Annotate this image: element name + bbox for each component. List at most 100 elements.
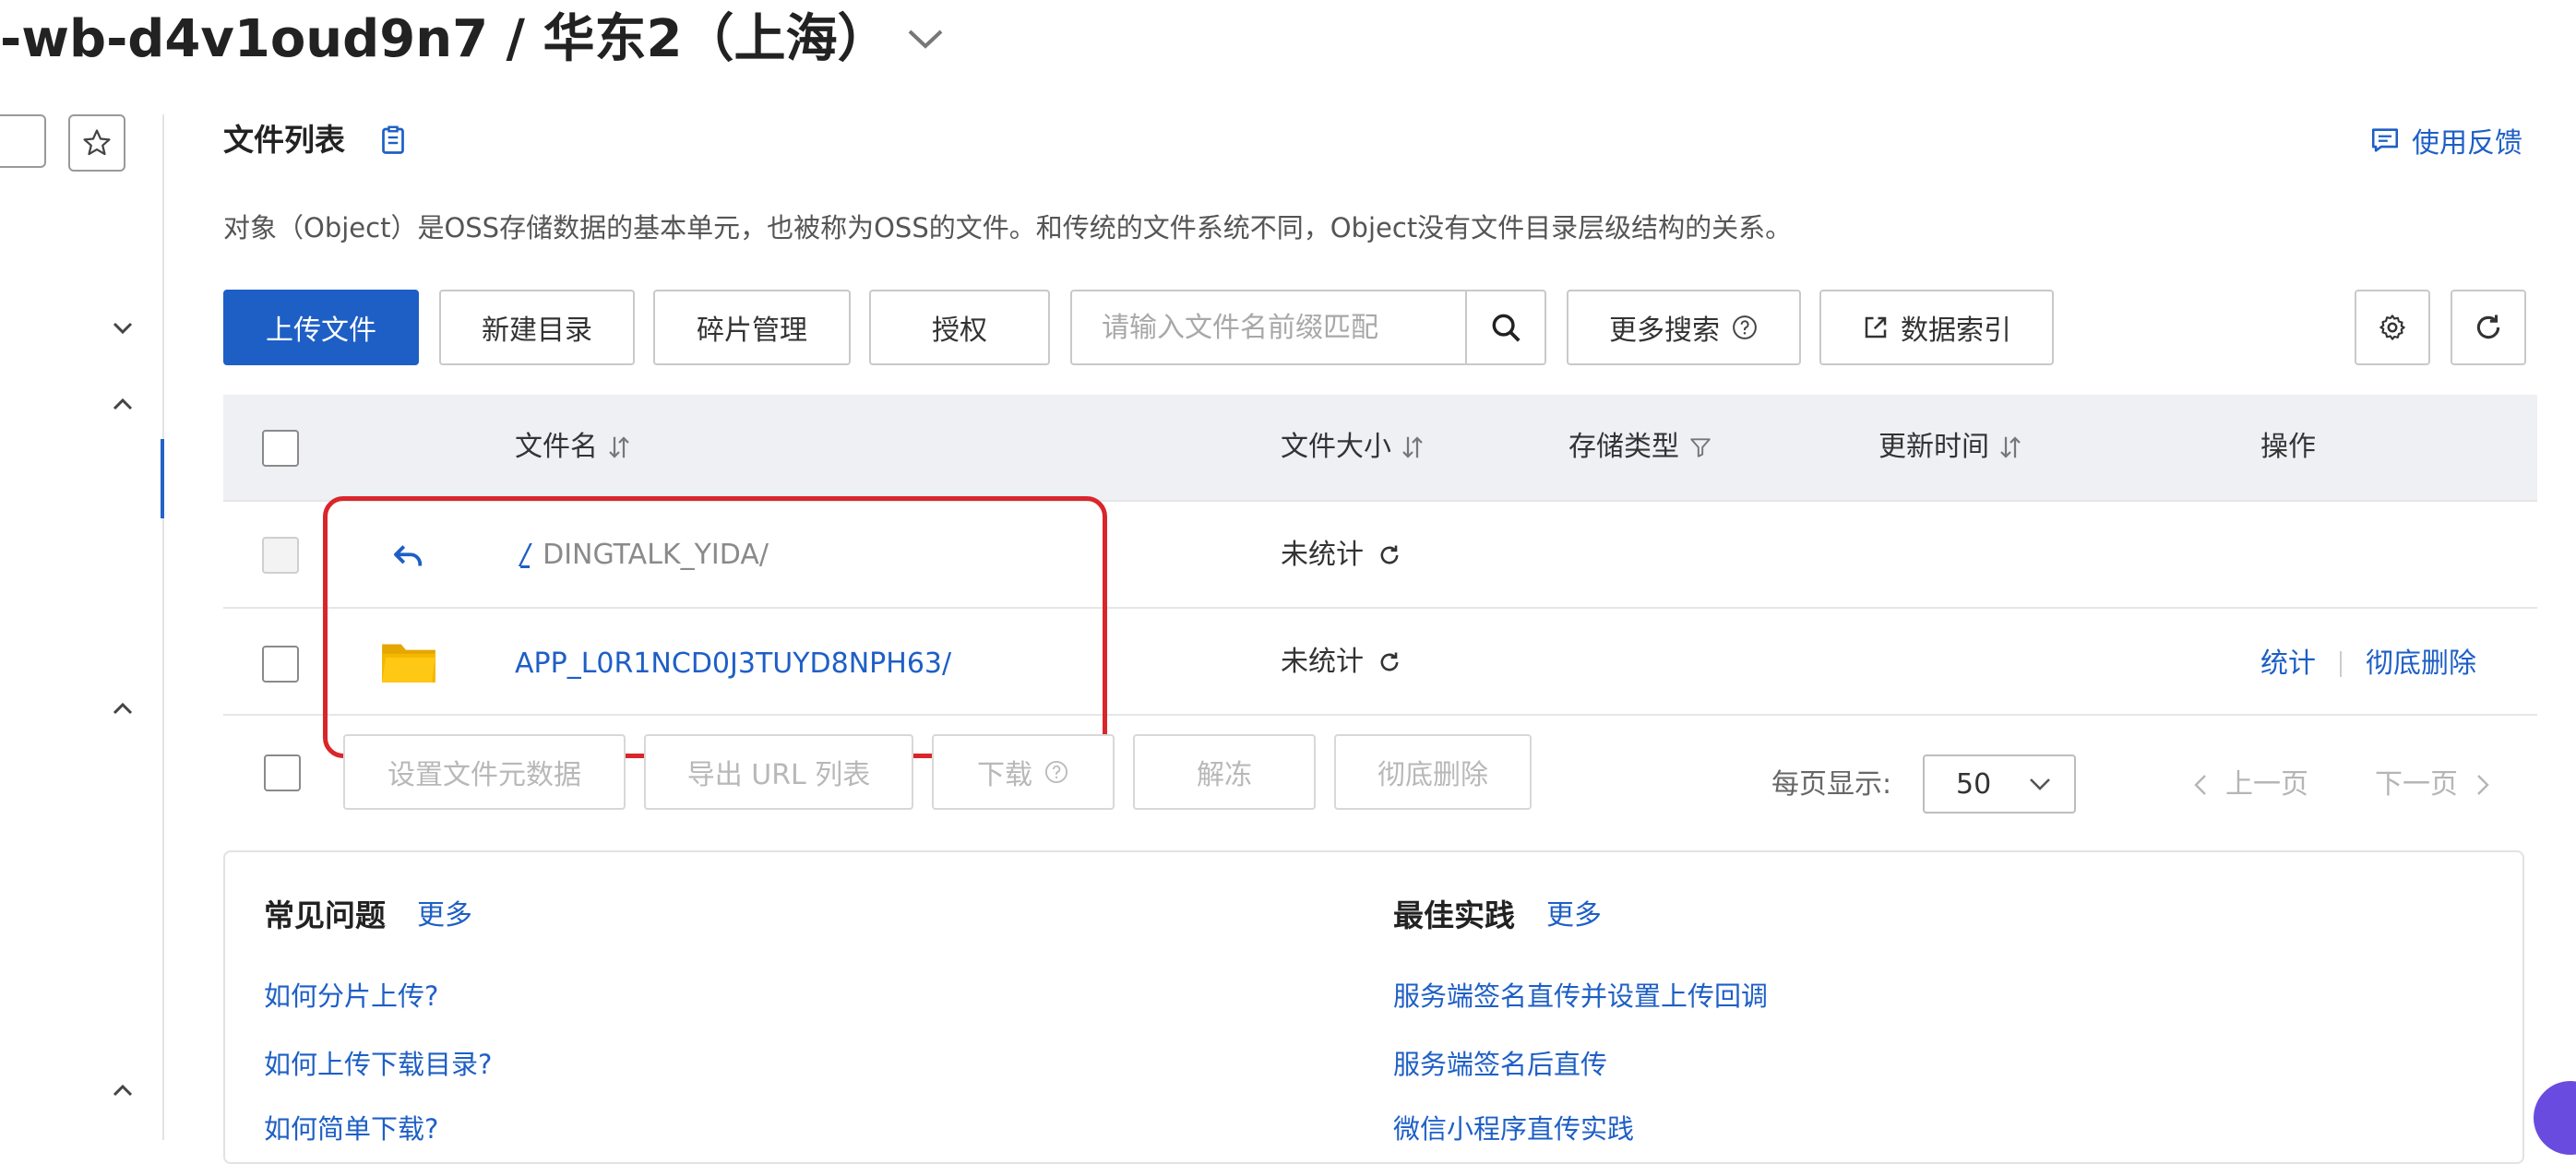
best-practice-more-link[interactable]: 更多 (1546, 893, 1602, 939)
data-index-button[interactable]: 数据索引 (1819, 290, 2054, 365)
prev-page-button[interactable]: 上一页 (2190, 762, 2308, 808)
faq-title: 常见问题 (264, 897, 386, 933)
per-page-label: 每页显示: (1771, 768, 1892, 801)
per-page-value: 50 (1956, 767, 1992, 801)
rail-search-box[interactable] (0, 114, 46, 168)
download-button[interactable]: 下载 (932, 734, 1115, 810)
fragment-management-button[interactable]: 碎片管理 (653, 290, 851, 365)
stat-link[interactable]: 统计 (2260, 646, 2316, 683)
gear-icon (2379, 315, 2405, 340)
column-header-updated[interactable]: 更新时间 (1878, 395, 2022, 500)
search-icon (1492, 314, 1521, 342)
file-size-cell: 未统计 (1281, 537, 1402, 574)
breadcrumb: / DINGTALK_YIDA/ (520, 537, 769, 574)
description-text: 对象（Object）是OSS存储数据的基本单元，也被称为OSS的文件。和传统的文… (223, 212, 1793, 243)
best-practice-title: 最佳实践 (1393, 897, 1515, 933)
search-button[interactable] (1465, 291, 1544, 363)
favorite-button[interactable] (68, 114, 125, 172)
feedback-icon (2371, 128, 2399, 152)
folder-icon (378, 631, 439, 692)
column-header-actions: 操作 (2260, 431, 2316, 463)
back-arrow-icon[interactable] (389, 537, 428, 576)
row-divider (223, 714, 2537, 716)
filter-icon (1690, 438, 1711, 457)
column-name-label: 文件名 (515, 431, 598, 463)
chevron-down-icon (2030, 778, 2050, 790)
best-practice-item[interactable]: 服务端签名后直传 (1393, 1046, 1607, 1083)
star-icon (83, 129, 111, 156)
feedback-link[interactable]: 使用反馈 (2369, 120, 2522, 160)
chevron-right-icon (2477, 775, 2489, 795)
sort-icon (2000, 436, 2021, 458)
bulk-delete-button[interactable]: 彻底删除 (1334, 734, 1532, 810)
page-title: 文件列表 (223, 122, 345, 158)
best-practice-item[interactable]: 服务端签名直传并设置上传回调 (1393, 978, 1768, 1015)
more-search-button[interactable]: 更多搜索 (1567, 290, 1801, 365)
authorize-button[interactable]: 授权 (869, 290, 1050, 365)
action-separator (2340, 651, 2342, 677)
chevron-up-icon[interactable] (109, 391, 137, 419)
set-metadata-button[interactable]: 设置文件元数据 (343, 734, 626, 810)
sidebar-divider (162, 114, 164, 1140)
breadcrumb-root-link[interactable]: / (520, 537, 530, 574)
refresh-icon[interactable] (1377, 649, 1402, 675)
file-size-value: 未统计 (1281, 539, 1364, 571)
help-panel (223, 850, 2524, 1164)
row-checkbox (262, 537, 299, 574)
bulk-select-checkbox[interactable] (264, 754, 301, 791)
faq-item[interactable]: 如何分片上传? (264, 978, 438, 1015)
help-icon (1044, 760, 1068, 784)
row-checkbox[interactable] (262, 646, 299, 683)
prev-page-label: 上一页 (2225, 768, 2308, 801)
per-page-select[interactable]: 50 (1923, 754, 2076, 814)
assistant-fab-icon[interactable] (2534, 1081, 2576, 1155)
row-divider (223, 607, 2537, 609)
refresh-icon[interactable] (1377, 542, 1402, 568)
column-storage-type-label: 存储类型 (1568, 431, 1679, 463)
help-icon (1733, 315, 1757, 339)
upload-button[interactable]: 上传文件 (223, 290, 419, 365)
faq-more-link[interactable]: 更多 (417, 893, 472, 939)
chevron-down-icon[interactable] (902, 15, 948, 61)
best-practice-item[interactable]: 微信小程序直传实践 (1393, 1111, 1634, 1147)
search-box (1070, 290, 1546, 365)
next-page-button[interactable]: 下一页 (2375, 762, 2493, 808)
faq-item[interactable]: 如何上传下载目录? (264, 1046, 492, 1083)
chevron-down-icon[interactable] (109, 314, 137, 341)
breadcrumb-path: DINGTALK_YIDA/ (543, 539, 769, 571)
external-link-icon (1865, 316, 1887, 339)
column-header-name[interactable]: 文件名 (515, 395, 631, 500)
column-size-label: 文件大小 (1281, 431, 1391, 463)
sidebar-active-indicator (161, 439, 164, 518)
delete-permanently-link[interactable]: 彻底删除 (2366, 646, 2476, 683)
chevron-up-icon[interactable] (109, 1077, 137, 1105)
chevron-up-icon[interactable] (109, 695, 137, 723)
column-header-storage-type[interactable]: 存储类型 (1568, 395, 1712, 500)
more-search-label: 更多搜索 (1609, 315, 1720, 347)
sort-icon (609, 436, 629, 458)
refresh-icon (2476, 315, 2500, 339)
select-all-checkbox[interactable] (262, 430, 299, 467)
file-size-cell: 未统计 (1281, 644, 1402, 681)
file-size-value: 未统计 (1281, 646, 1364, 678)
next-page-label: 下一页 (2375, 768, 2458, 801)
bucket-title: -wb-d4v1oud9n7 / 华东2（上海） (0, 9, 889, 69)
sort-icon (1402, 436, 1423, 458)
highlight-box (323, 496, 1107, 758)
download-label: 下载 (977, 759, 1032, 791)
feedback-label: 使用反馈 (2412, 127, 2522, 160)
unfreeze-button[interactable]: 解冻 (1133, 734, 1316, 810)
new-directory-button[interactable]: 新建目录 (439, 290, 635, 365)
search-input[interactable] (1072, 291, 1465, 363)
column-updated-label: 更新时间 (1878, 431, 1989, 463)
data-index-label: 数据索引 (1901, 315, 2011, 347)
settings-button[interactable] (2355, 290, 2430, 365)
faq-item[interactable]: 如何简单下载? (264, 1111, 438, 1147)
column-header-size[interactable]: 文件大小 (1281, 395, 1425, 500)
row-divider (223, 500, 2537, 502)
row-actions: 统计 彻底删除 (2260, 646, 2476, 683)
folder-name-link[interactable]: APP_L0R1NCD0J3TUYD8NPH63/ (515, 646, 951, 683)
export-url-list-button[interactable]: 导出 URL 列表 (644, 734, 913, 810)
clipboard-icon[interactable] (376, 124, 410, 157)
refresh-button[interactable] (2451, 290, 2526, 365)
